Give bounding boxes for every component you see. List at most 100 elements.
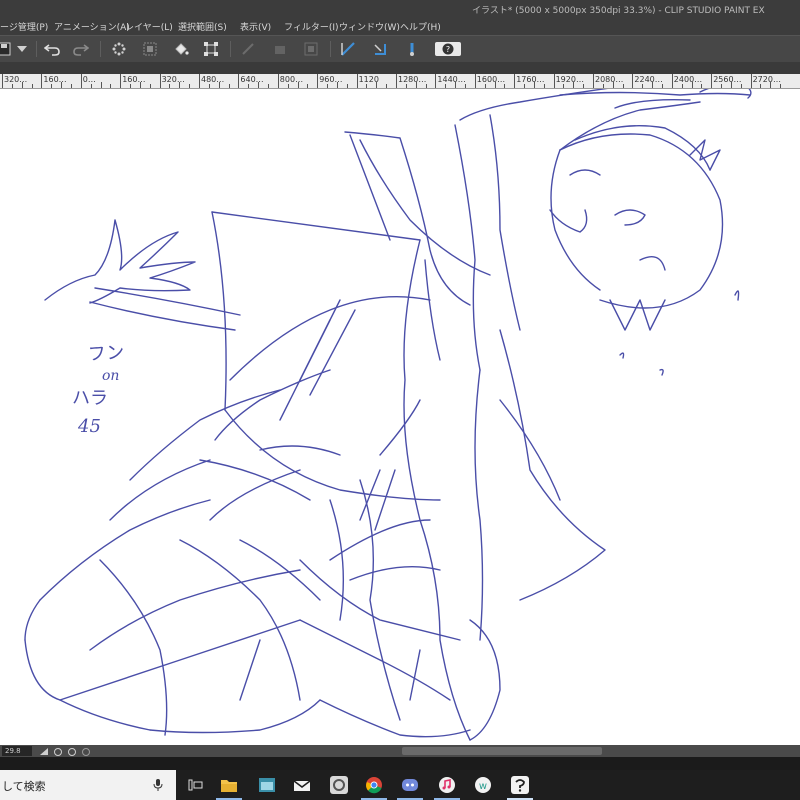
zoom-slider-icon: [40, 748, 48, 755]
menu-filter[interactable]: フィルター(I): [284, 20, 339, 33]
ruler-minor-tick: [770, 82, 772, 88]
zoom-out-icon: [54, 748, 62, 756]
drawing-canvas[interactable]: フン on ハラ 45: [0, 89, 800, 745]
frame-disabled-icon: [304, 42, 318, 56]
note-line-3: ハラ: [72, 388, 108, 409]
clear-button[interactable]: [109, 39, 129, 59]
menu-bar: ージ管理(P) アニメーション(A) レイヤー(L) 選択範囲(S) 表示(V)…: [0, 18, 800, 35]
ruler-minor-tick: [524, 84, 526, 88]
sparkle-clear-icon: [112, 42, 126, 56]
clear-outside-button[interactable]: [140, 39, 160, 59]
note-line-2: on: [102, 368, 120, 384]
ruler-label: 2560…: [713, 75, 742, 84]
microphone-icon[interactable]: [152, 778, 164, 792]
discord-icon[interactable]: [400, 775, 420, 795]
mail-icon[interactable]: [292, 775, 312, 795]
ruler-label: 960…: [319, 75, 343, 84]
fill-button[interactable]: [171, 39, 191, 59]
disabled-tool-button[interactable]: [238, 39, 258, 59]
ruler-minor-tick: [445, 84, 447, 88]
ruler-minor-tick: [563, 84, 565, 88]
ruler-minor-tick: [681, 84, 683, 88]
toolbar-divider: [330, 41, 331, 57]
ruler-minor-tick: [386, 84, 388, 88]
ruler-major-tick: [41, 74, 43, 88]
ruler-minor-tick: [573, 82, 575, 88]
ruler-label: 2240…: [634, 75, 663, 84]
taskbar-search-box[interactable]: して検索: [0, 770, 176, 800]
ruler-label: 0…: [82, 75, 96, 84]
ruler-major-tick: [199, 74, 200, 88]
toolbar-divider: [36, 41, 37, 57]
ruler-minor-tick: [287, 84, 289, 88]
ruler-label: 2080…: [595, 75, 624, 84]
redo-button[interactable]: [71, 39, 91, 59]
ruler-minor-tick: [701, 84, 703, 88]
ruler-label: 1920…: [555, 75, 584, 84]
window-app-icon[interactable]: [257, 775, 277, 795]
ruler-label: 160…: [43, 75, 67, 84]
zoom-in-icon: [68, 748, 76, 756]
sketch-handwritten-notes: フン on ハラ 45: [72, 339, 158, 441]
ruler-minor-tick: [11, 84, 13, 88]
ruler-minor-tick: [100, 82, 102, 88]
ruler-label: 480…: [201, 75, 225, 84]
menu-page-management[interactable]: ージ管理(P): [0, 20, 48, 33]
ruler-major-tick: [159, 74, 161, 88]
disabled-frame-button[interactable]: [301, 39, 321, 59]
menu-selection[interactable]: 選択範囲(S): [178, 20, 227, 33]
svg-text:?: ?: [446, 45, 450, 54]
ruler-minor-tick: [179, 82, 181, 88]
layer-disabled-icon: [275, 46, 285, 54]
menu-help[interactable]: ヘルプ(H): [400, 20, 441, 33]
window-bottom-edge: [0, 757, 800, 770]
ruler-major-tick: [553, 74, 555, 88]
w-app-icon[interactable]: w: [473, 775, 493, 795]
clip-studio-icon[interactable]: [510, 775, 530, 795]
ruler-label: 640…: [240, 75, 264, 84]
ruler-label: 1280…: [398, 75, 427, 84]
horizontal-scrollbar[interactable]: [402, 747, 602, 755]
ruler-minor-tick: [661, 84, 663, 88]
menu-layer[interactable]: レイヤー(L): [125, 20, 173, 33]
transform-button[interactable]: [201, 39, 221, 59]
ruler-major-tick: [671, 74, 673, 88]
ruler-major-tick: [514, 74, 516, 88]
menu-view[interactable]: 表示(V): [240, 20, 271, 33]
task-view-icon[interactable]: [186, 775, 206, 795]
ruler-label: 1760…: [516, 75, 545, 84]
ruler-minor-tick: [455, 82, 457, 88]
ruler-minor-tick: [652, 82, 654, 88]
ruler-minor-tick: [622, 84, 624, 88]
music-icon[interactable]: [437, 775, 457, 795]
ruler-label: 320…: [4, 75, 28, 84]
help-button[interactable]: ?: [434, 39, 462, 59]
ruler-minor-tick: [612, 82, 614, 88]
chrome-icon[interactable]: [364, 775, 384, 795]
clear-outside-icon: [143, 42, 157, 56]
ruler-major-tick: [238, 74, 240, 88]
menu-animation[interactable]: アニメーション(A): [54, 20, 130, 33]
disabled-layer-button[interactable]: [270, 39, 290, 59]
undo-button[interactable]: [42, 39, 62, 59]
rotate-icon: [82, 748, 90, 756]
ruler-label: 2720…: [752, 75, 781, 84]
file-explorer-icon[interactable]: [219, 775, 239, 795]
command-bar: ?: [0, 35, 800, 63]
snap-grid-button[interactable]: [402, 39, 422, 59]
snap-ruler-button[interactable]: [338, 39, 358, 59]
ruler-minor-tick: [336, 82, 338, 88]
ruler-major-tick: [593, 74, 594, 88]
snap-special-ruler-button[interactable]: [370, 39, 390, 59]
ruler-minor-tick: [504, 84, 506, 88]
ruler-minor-tick: [721, 84, 723, 88]
ruler-minor-tick: [31, 84, 33, 88]
pen-disabled-icon: [242, 43, 254, 55]
undo-icon: [44, 44, 60, 56]
caret-down-icon: [17, 46, 27, 52]
menu-window[interactable]: ウィンドウ(W): [339, 20, 400, 33]
ruler-minor-tick: [484, 84, 486, 88]
ring-app-icon[interactable]: [329, 775, 349, 795]
zoom-field[interactable]: 29.8: [2, 746, 32, 756]
save-dropdown-button[interactable]: [12, 39, 32, 59]
